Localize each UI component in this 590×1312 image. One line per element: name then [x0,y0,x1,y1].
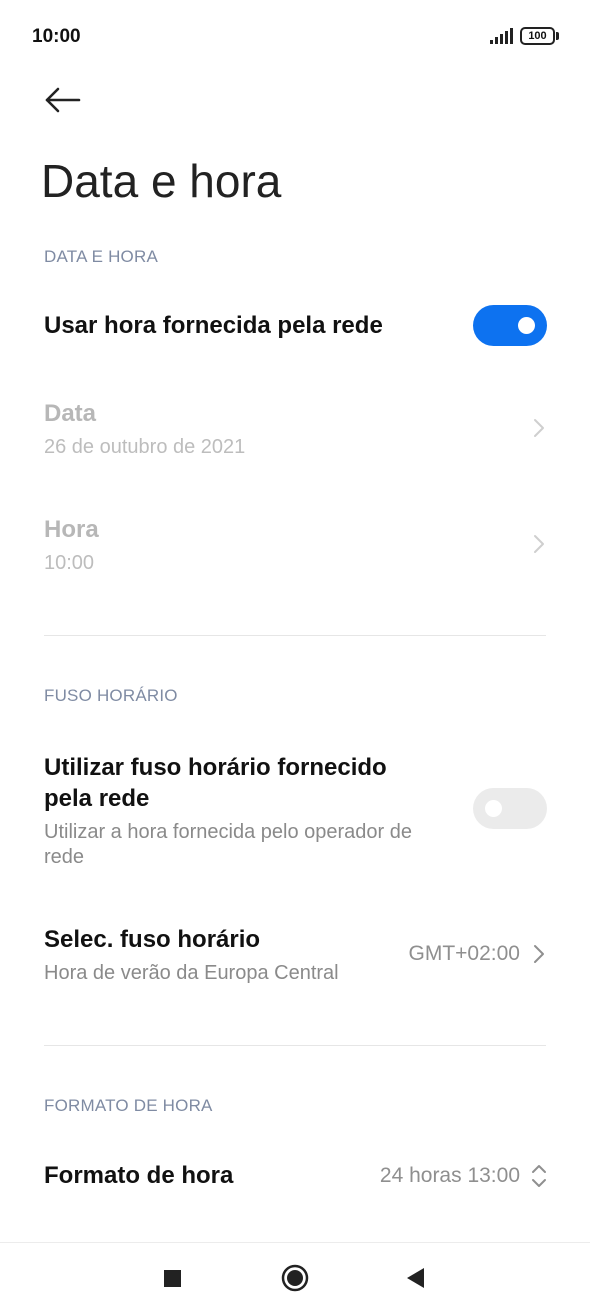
date-row[interactable]: Data 26 de outubro de 2021 [0,396,590,466]
time-row[interactable]: Hora 10:00 [0,512,590,582]
network-timezone-label-line1: Utilizar fuso horário fornecido [44,754,387,781]
network-timezone-row[interactable]: Utilizar fuso horário fornecido pela red… [0,748,590,872]
status-bar: 10:00 100 [0,0,590,72]
back-button[interactable] [40,80,88,120]
chevron-up-down-icon [532,1165,546,1187]
status-time: 10:00 [32,26,81,47]
date-label: Data [44,400,97,427]
nav-back-button[interactable] [399,1261,433,1295]
section-header-time-format: FORMATO DE HORA [44,1096,213,1115]
chevron-right-icon [534,419,544,437]
network-time-toggle[interactable] [473,305,547,346]
home-button[interactable] [278,1261,312,1295]
network-timezone-label-line2: pela rede [44,785,150,812]
chevron-right-icon [534,535,544,553]
toggle-knob [485,800,502,817]
time-value: 10:00 [44,552,95,574]
circle-icon [281,1264,309,1292]
square-icon [164,1270,181,1287]
section-header-date-time: DATA E HORA [44,247,158,266]
time-format-row[interactable]: Formato de hora 24 horas 13:00 [0,1150,590,1202]
battery-icon: 100 [520,27,560,45]
select-timezone-label: Selec. fuso horário [44,926,261,953]
time-label: Hora [44,516,99,543]
navigation-bar [0,1242,590,1312]
select-timezone-value: GMT+02:00 [408,942,520,965]
arrow-left-icon [45,87,81,113]
network-timezone-sub-line2: rede [44,846,85,868]
toggle-knob [518,317,535,334]
chevron-right-icon [534,945,544,963]
time-format-value: 24 horas 13:00 [379,1164,520,1187]
signal-bars-icon [490,28,513,44]
battery-level: 100 [520,27,555,45]
network-timezone-sub-line1: Utilizar a hora fornecida pelo operador … [44,821,412,843]
select-timezone-row[interactable]: Selec. fuso horário Hora de verão da Eur… [0,922,590,990]
triangle-back-icon [407,1268,424,1288]
network-time-row[interactable]: Usar hora fornecida pela rede [0,298,590,358]
date-value: 26 de outubro de 2021 [44,436,246,458]
select-timezone-sub: Hora de verão da Europa Central [44,962,339,984]
network-time-label: Usar hora fornecida pela rede [44,312,383,339]
recents-button[interactable] [155,1261,189,1295]
divider [44,635,546,636]
network-timezone-toggle[interactable] [473,788,547,829]
page-title: Data e hora [41,155,282,207]
divider [44,1045,546,1046]
section-header-timezone: FUSO HORÁRIO [44,686,178,705]
time-format-label: Formato de hora [44,1162,234,1189]
